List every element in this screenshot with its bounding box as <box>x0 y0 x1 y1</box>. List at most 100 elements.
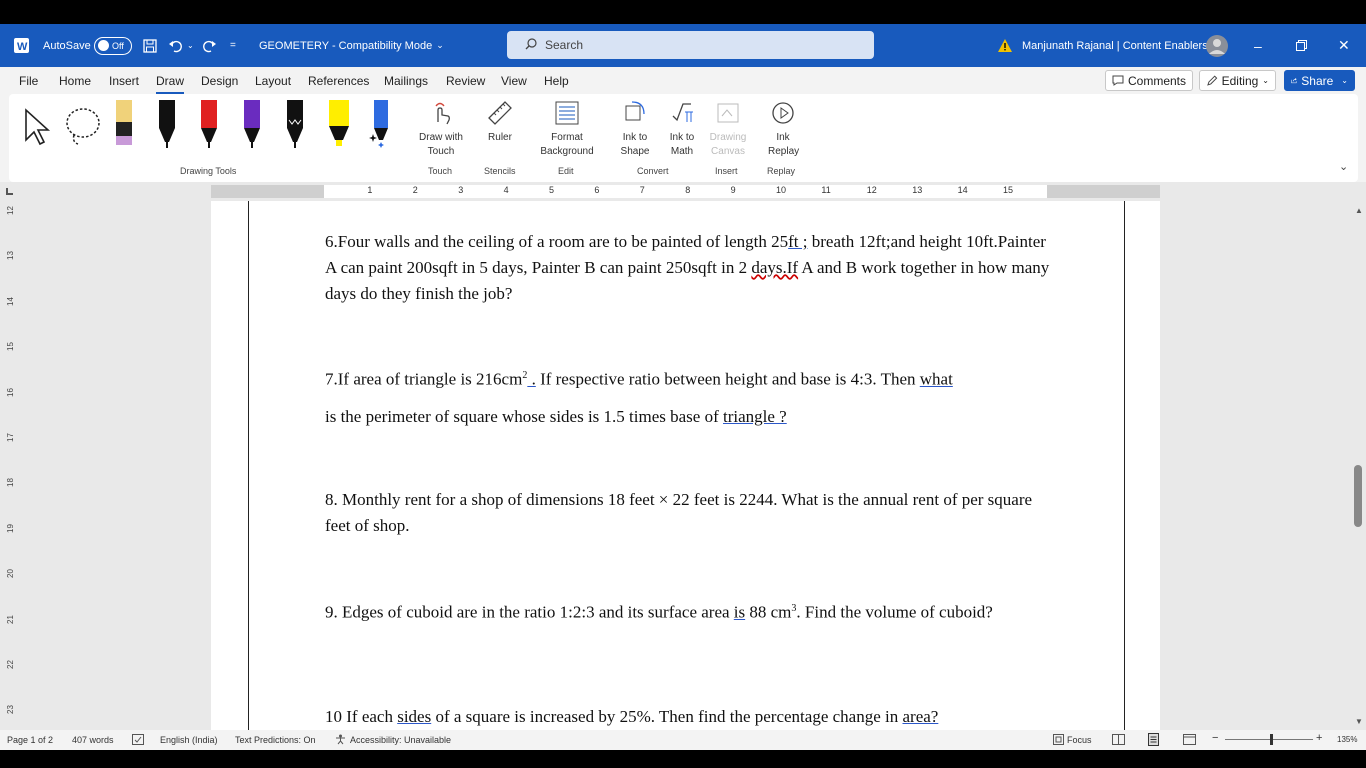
zoom-in-icon[interactable]: + <box>1316 732 1322 744</box>
tab-selector-icon[interactable] <box>6 188 13 195</box>
ruler-icon <box>488 101 512 125</box>
text-predictions[interactable]: Text Predictions: On <box>235 735 316 745</box>
document-title[interactable]: GEOMETERY - Compatibility Mode ⌄ <box>259 24 444 67</box>
vertical-scrollbar[interactable]: ▲ ▼ <box>1352 201 1366 730</box>
tab-insert[interactable]: Insert <box>109 74 139 88</box>
question-7-line-2[interactable]: is the perimeter of square whose sides i… <box>325 404 1055 430</box>
yellow-highlighter-icon[interactable] <box>326 100 352 153</box>
top-black-bar <box>0 0 1366 24</box>
format-background-button[interactable]: Format Background <box>531 100 603 159</box>
ruler-number: 14 <box>957 185 968 195</box>
word-logo-icon: W <box>14 24 29 67</box>
chevron-down-icon: ⌄ <box>436 40 444 50</box>
zoom-slider[interactable] <box>1225 739 1313 740</box>
tab-design[interactable]: Design <box>201 74 238 88</box>
ink-to-shape-button[interactable]: Ink to Shape <box>619 100 651 159</box>
autosave-toggle[interactable]: Off <box>94 24 132 67</box>
share-icon <box>1291 77 1297 84</box>
ruler-number: 1 <box>367 185 373 195</box>
ruler-number: 4 <box>503 185 509 195</box>
proofing-icon[interactable] <box>132 734 144 747</box>
tab-file[interactable]: File <box>19 74 38 88</box>
draw-with-touch-button[interactable]: Draw with Touch <box>413 100 469 159</box>
comments-button[interactable]: Comments <box>1105 70 1193 91</box>
ruler-number: 5 <box>549 185 555 195</box>
search-icon <box>525 37 537 53</box>
tab-references[interactable]: References <box>308 74 369 88</box>
search-box[interactable]: Search <box>507 31 874 59</box>
question-10[interactable]: 10 If each sides of a square is increase… <box>325 704 1055 730</box>
collapse-ribbon-icon[interactable]: ⌄ <box>1339 160 1348 173</box>
tab-help[interactable]: Help <box>544 74 569 88</box>
scroll-down-icon[interactable]: ▼ <box>1355 717 1363 726</box>
undo-dropdown-icon[interactable]: ⌄ <box>187 24 194 67</box>
group-stencils: Stencils <box>484 166 516 176</box>
close-icon[interactable]: ✕ <box>1338 24 1350 67</box>
ink-replay-button[interactable]: Ink Replay <box>764 100 802 159</box>
group-replay: Replay <box>767 166 796 176</box>
web-layout-icon[interactable] <box>1183 734 1196 747</box>
minimize-icon[interactable]: – <box>1254 24 1262 67</box>
question-9[interactable]: 9. Edges of cuboid are in the ratio 1:2:… <box>325 596 1055 626</box>
zoom-slider-thumb[interactable] <box>1270 734 1273 745</box>
bottom-black-bar <box>0 750 1366 768</box>
focus-button[interactable]: Focus <box>1067 735 1092 745</box>
page-lines-icon <box>555 101 579 125</box>
question-8[interactable]: 8. Monthly rent for a shop of dimensions… <box>325 487 1055 539</box>
replay-icon <box>772 102 794 124</box>
tab-draw[interactable]: Draw <box>156 74 185 94</box>
editing-button[interactable]: Editing ⌄ <box>1199 70 1276 91</box>
red-pen-icon[interactable] <box>198 100 220 153</box>
pencil-tool-icon[interactable] <box>113 100 135 151</box>
word-count[interactable]: 407 words <box>72 735 114 745</box>
ruler-button[interactable]: Ruler <box>481 100 519 145</box>
toggle-dot-icon <box>98 40 109 51</box>
tab-view[interactable]: View <box>501 74 527 88</box>
black-pen-2-icon[interactable] <box>284 100 306 153</box>
accessibility-status[interactable]: Accessibility: Unavailable <box>350 735 451 745</box>
horizontal-ruler: 1 2 3 4 5 6 7 8 9 10 11 12 13 14 15 <box>0 182 1366 201</box>
avatar[interactable] <box>1206 24 1228 67</box>
read-mode-icon[interactable] <box>1112 734 1125 747</box>
share-button[interactable]: Share ⌄ <box>1284 70 1355 91</box>
user-name[interactable]: Manjunath Rajanal | Content Enablers <box>1022 24 1208 67</box>
print-layout-icon[interactable] <box>1148 733 1159 748</box>
ruler-number: 9 <box>730 185 736 195</box>
restore-icon[interactable] <box>1296 24 1307 67</box>
tab-layout[interactable]: Layout <box>255 74 291 88</box>
vertical-ruler-number: 19 <box>5 523 15 533</box>
draw-ribbon: Draw with Touch Ruler Format Background … <box>9 94 1358 182</box>
language[interactable]: English (India) <box>160 735 218 745</box>
undo-icon[interactable] <box>168 24 184 67</box>
lasso-select-icon[interactable] <box>64 106 104 151</box>
pencil-icon <box>1207 74 1218 86</box>
ink-to-math-button[interactable]: Ink to Math <box>666 100 698 159</box>
autosave-label: AutoSave <box>43 39 91 52</box>
purple-pen-icon[interactable] <box>241 100 263 153</box>
redo-icon[interactable] <box>201 24 217 67</box>
scroll-up-icon[interactable]: ▲ <box>1355 206 1363 215</box>
tab-mailings[interactable]: Mailings <box>384 74 428 88</box>
select-cursor-icon[interactable] <box>24 108 52 151</box>
question-7-line-1[interactable]: 7.If area of triangle is 216cm2 . If res… <box>325 363 1055 393</box>
question-6[interactable]: 6.Four walls and the ceiling of a room a… <box>325 229 1055 307</box>
vertical-ruler-number: 18 <box>5 478 15 488</box>
touch-icon <box>435 102 450 125</box>
accessibility-icon <box>335 734 346 747</box>
vertical-ruler-number: 20 <box>5 569 15 579</box>
galaxy-pen-icon[interactable] <box>369 100 391 153</box>
ruler-number: 10 <box>776 185 787 195</box>
save-icon[interactable] <box>143 24 157 67</box>
page-count[interactable]: Page 1 of 2 <box>7 735 53 745</box>
tab-review[interactable]: Review <box>446 74 485 88</box>
tab-home[interactable]: Home <box>59 74 91 88</box>
word-window: W AutoSave Off ⌄ = GEOMETERY - Compatibi… <box>0 0 1366 768</box>
drawing-canvas-button: Drawing Canvas <box>709 100 747 159</box>
zoom-level[interactable]: 135% <box>1337 735 1357 744</box>
customize-toolbar-icon[interactable]: = <box>230 24 236 67</box>
warning-icon <box>998 24 1012 67</box>
black-pen-icon[interactable] <box>156 100 178 153</box>
zoom-out-icon[interactable]: − <box>1212 732 1218 744</box>
group-edit: Edit <box>558 166 574 176</box>
scrollbar-thumb[interactable] <box>1354 465 1362 527</box>
